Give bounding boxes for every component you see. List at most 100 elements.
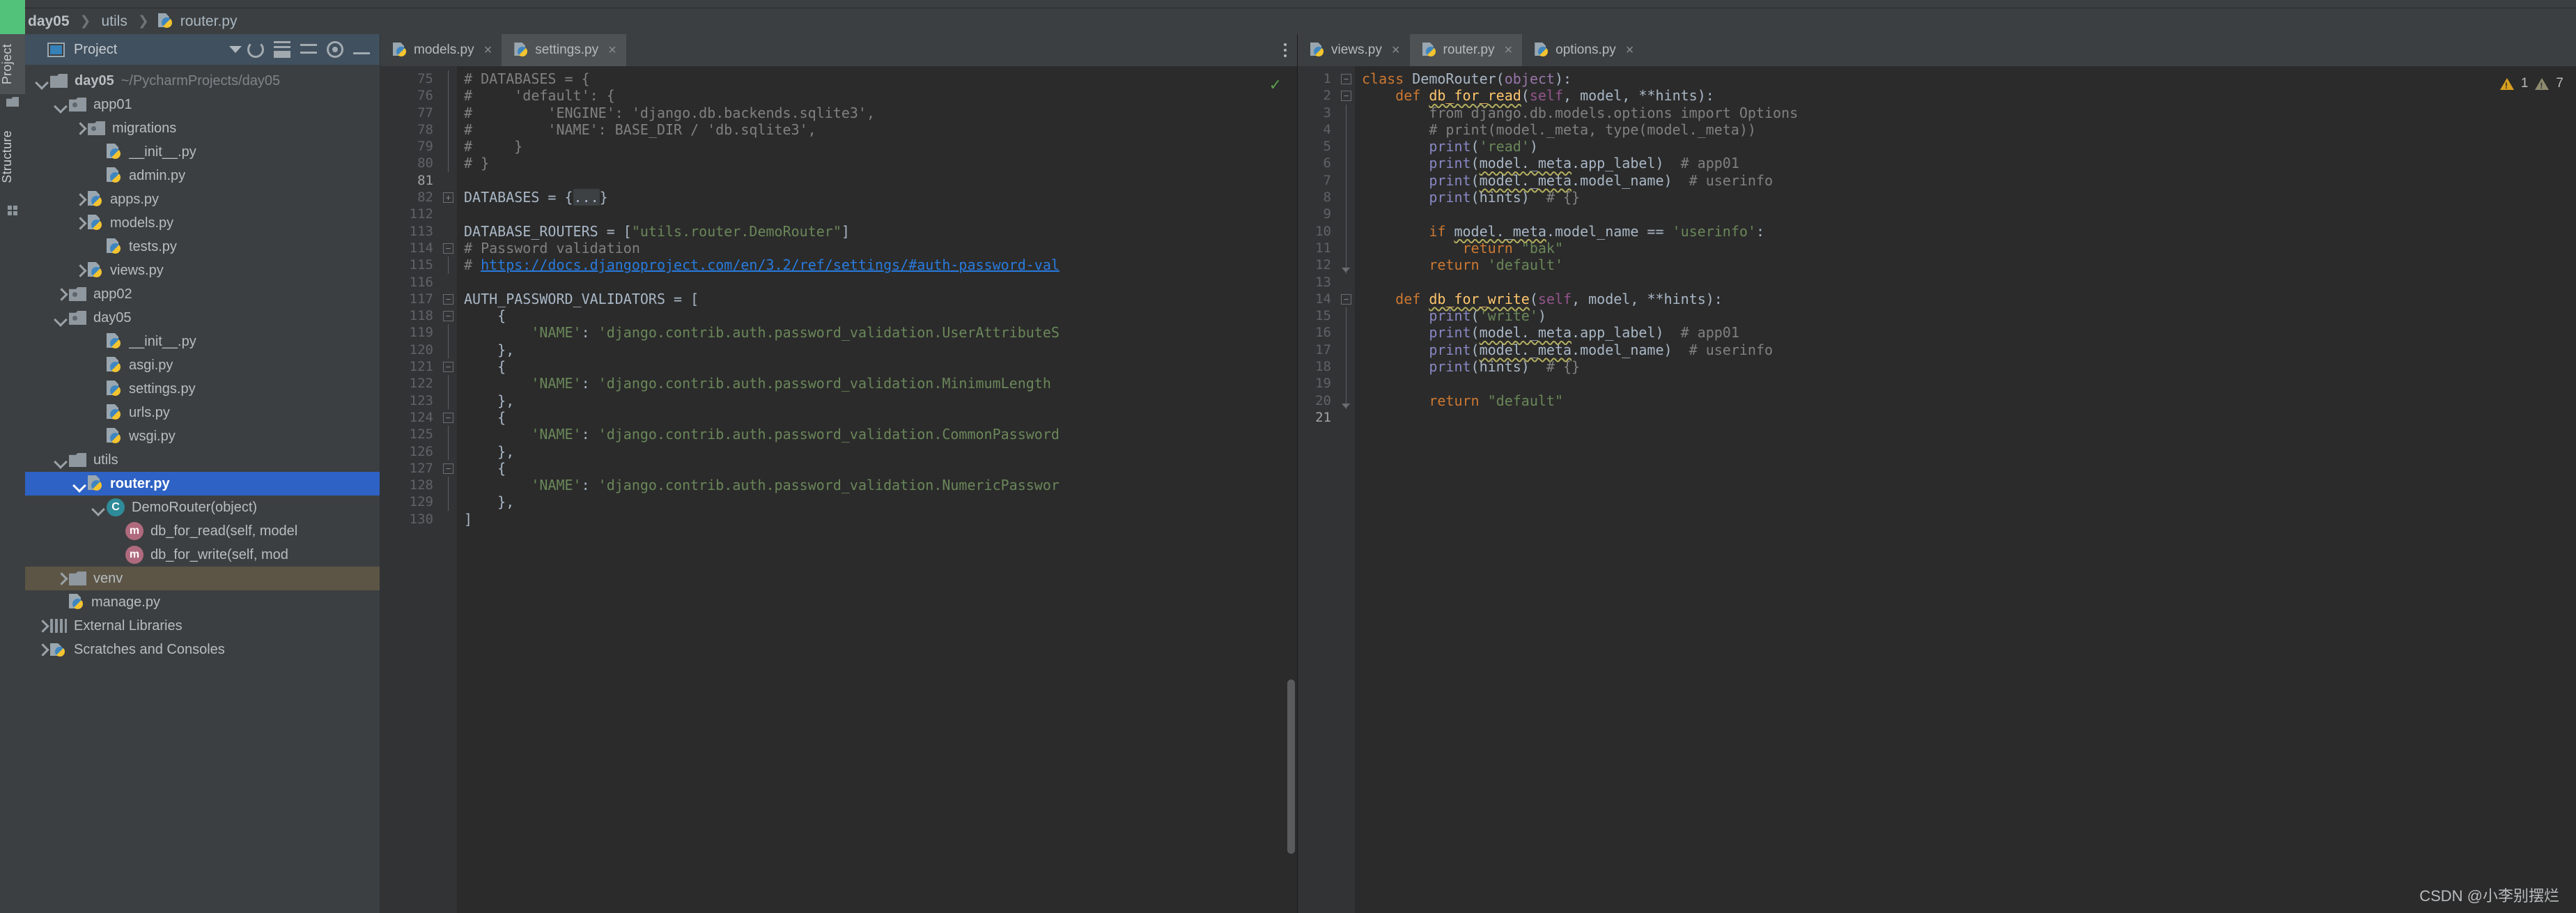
fold-marker[interactable]	[440, 342, 457, 358]
folded-code-placeholder[interactable]: ...	[573, 189, 600, 206]
fold-marker[interactable]	[1338, 375, 1355, 392]
chevron-right-icon[interactable]	[72, 192, 88, 207]
fold-marker[interactable]: −	[440, 460, 457, 477]
fold-marker[interactable]	[1338, 307, 1355, 324]
chevron-right-icon[interactable]	[35, 618, 50, 634]
tree-item-app02[interactable]: app02	[25, 282, 380, 306]
fold-marker[interactable]: −	[440, 307, 457, 324]
fold-marker[interactable]	[440, 155, 457, 171]
code-content-right[interactable]: class DemoRouter(object): def db_for_rea…	[1355, 66, 2576, 913]
tree-item-init-py[interactable]: __init__.py	[25, 330, 380, 353]
fold-marker[interactable]	[1338, 206, 1355, 222]
fold-marker[interactable]	[440, 392, 457, 409]
tree-item-models-py[interactable]: models.py	[25, 211, 380, 235]
tree-item-wsgi-py[interactable]: wsgi.py	[25, 424, 380, 448]
expand-all-icon[interactable]	[300, 41, 317, 58]
chevron-right-icon[interactable]	[72, 215, 88, 231]
close-icon[interactable]: ×	[484, 43, 492, 59]
fold-marker[interactable]	[440, 274, 457, 291]
fold-marker[interactable]	[1338, 138, 1355, 155]
chevron-down-icon[interactable]	[54, 97, 69, 112]
fold-collapse-icon[interactable]: −	[443, 362, 453, 372]
fold-marker[interactable]: −	[440, 358, 457, 375]
chevron-down-icon[interactable]	[35, 73, 50, 89]
collapse-all-icon[interactable]	[274, 41, 290, 58]
code-area-left[interactable]: 7576777879808182112113114115116117118119…	[380, 66, 1297, 913]
fold-collapse-icon[interactable]: −	[443, 294, 453, 305]
project-panel-header[interactable]: Project	[25, 34, 380, 65]
fold-marker[interactable]	[1338, 342, 1355, 358]
tab-options-py[interactable]: options.py ×	[1522, 34, 1643, 66]
fold-marker[interactable]	[440, 121, 457, 138]
chevron-right-icon[interactable]	[54, 286, 69, 302]
tree-item-admin-py[interactable]: admin.py	[25, 164, 380, 187]
chevron-right-icon[interactable]	[72, 263, 88, 278]
tree-item-scratches-and-consoles[interactable]: Scratches and Consoles	[25, 638, 380, 661]
tab-router-py[interactable]: router.py ×	[1410, 34, 1523, 66]
fold-marker[interactable]	[1338, 274, 1355, 291]
fold-collapse-icon[interactable]: −	[443, 243, 453, 254]
tab-views-py[interactable]: views.py ×	[1298, 34, 1410, 66]
fold-marker[interactable]	[440, 511, 457, 528]
chevron-down-icon[interactable]	[72, 476, 88, 491]
code-folding-gutter-right[interactable]: −−−	[1338, 66, 1355, 913]
breadcrumb-item-file[interactable]: router.py	[179, 13, 239, 30]
fold-marker[interactable]	[1338, 155, 1355, 171]
fold-marker[interactable]: −	[1338, 291, 1355, 307]
fold-marker[interactable]	[440, 70, 457, 87]
fold-marker[interactable]: −	[440, 409, 457, 426]
fold-marker[interactable]	[440, 443, 457, 460]
more-options-icon[interactable]	[1273, 34, 1297, 66]
tool-tab-project[interactable]: Project	[0, 34, 25, 94]
tree-item-db-for-write-self-mod[interactable]: mdb_for_write(self, mod	[25, 543, 380, 567]
tree-item-settings-py[interactable]: settings.py	[25, 377, 380, 401]
fold-marker[interactable]	[440, 87, 457, 104]
tree-item-urls-py[interactable]: urls.py	[25, 401, 380, 424]
fold-marker[interactable]: −	[1338, 70, 1355, 87]
fold-collapse-icon[interactable]: −	[443, 311, 453, 321]
close-icon[interactable]: ×	[1504, 43, 1512, 59]
fold-marker[interactable]: −	[1338, 87, 1355, 104]
gear-icon[interactable]	[327, 41, 343, 58]
tree-item-tests-py[interactable]: tests.py	[25, 235, 380, 259]
tab-settings-py[interactable]: settings.py ×	[502, 34, 626, 66]
fold-marker[interactable]	[1338, 189, 1355, 206]
tab-models-py[interactable]: models.py ×	[380, 34, 502, 66]
fold-marker[interactable]	[1338, 358, 1355, 375]
tree-item-db-for-read-self-model[interactable]: mdb_for_read(self, model	[25, 519, 380, 543]
fold-marker[interactable]: −	[440, 291, 457, 307]
tree-item-apps-py[interactable]: apps.py	[25, 187, 380, 211]
fold-marker[interactable]	[1338, 105, 1355, 121]
inspection-warnings[interactable]: 1 7	[2500, 76, 2563, 91]
fold-marker[interactable]	[440, 138, 457, 155]
chevron-right-icon[interactable]	[54, 571, 69, 586]
chevron-down-icon[interactable]	[54, 452, 69, 468]
fold-marker[interactable]	[440, 375, 457, 392]
fold-end-icon[interactable]	[1342, 268, 1350, 273]
tree-item-init-py[interactable]: __init__.py	[25, 140, 380, 164]
fold-marker[interactable]	[440, 105, 457, 121]
close-icon[interactable]: ×	[1392, 43, 1400, 59]
fold-collapse-icon[interactable]: −	[443, 413, 453, 423]
close-icon[interactable]: ×	[608, 43, 616, 59]
project-tree[interactable]: day05~/PycharmProjects/day05app01migrati…	[25, 65, 380, 913]
tree-item-asgi-py[interactable]: asgi.py	[25, 353, 380, 377]
fold-marker[interactable]	[440, 256, 457, 273]
breadcrumb-item-folder[interactable]: utils	[100, 13, 128, 30]
fold-marker[interactable]: +	[440, 189, 457, 206]
chevron-down-icon[interactable]	[229, 46, 242, 53]
fold-collapse-icon[interactable]: −	[1341, 294, 1351, 305]
code-folding-gutter-left[interactable]: + − − − − − −	[440, 66, 457, 913]
fold-marker[interactable]	[440, 477, 457, 493]
tree-item-router-py[interactable]: router.py	[25, 472, 380, 496]
fold-marker[interactable]	[1338, 409, 1355, 426]
chevron-down-icon[interactable]	[54, 310, 69, 325]
fold-marker[interactable]	[440, 223, 457, 240]
chevron-down-icon[interactable]	[91, 500, 107, 515]
fold-marker[interactable]	[440, 426, 457, 443]
fold-marker[interactable]: −	[440, 240, 457, 256]
tool-tab-structure[interactable]: Structure	[0, 121, 25, 193]
tree-item-views-py[interactable]: views.py	[25, 259, 380, 282]
fold-marker[interactable]	[440, 493, 457, 510]
fold-marker[interactable]	[440, 206, 457, 222]
